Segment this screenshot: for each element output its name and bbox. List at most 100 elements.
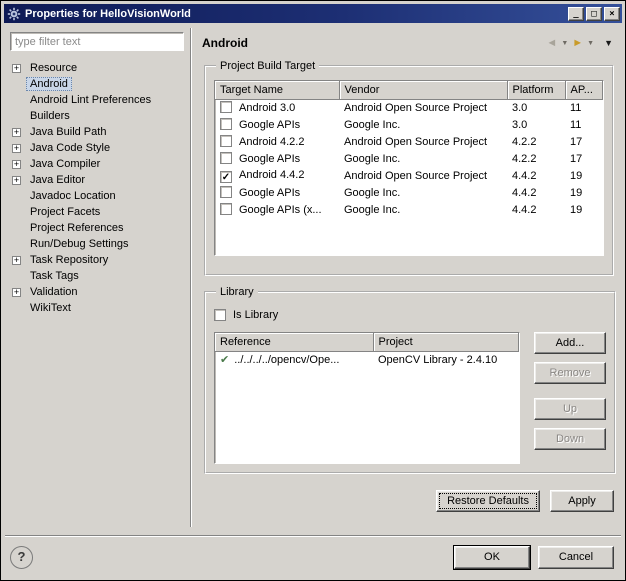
target-checkbox[interactable] bbox=[220, 152, 232, 164]
sidebar-item-javadoc-location[interactable]: Javadoc Location bbox=[10, 188, 184, 204]
tree-expand-icon[interactable]: + bbox=[12, 127, 21, 137]
target-vendor: Android Open Source Project bbox=[344, 169, 488, 182]
up-button[interactable]: Up bbox=[534, 398, 606, 420]
sidebar-item-run-debug-settings[interactable]: Run/Debug Settings bbox=[10, 236, 184, 252]
sidebar-item-android[interactable]: Android bbox=[10, 76, 184, 92]
target-row[interactable]: Google APIs Google Inc. 4.4.2 19 bbox=[215, 184, 603, 201]
tree-expand-icon[interactable]: + bbox=[12, 159, 21, 169]
tree-expand-icon[interactable]: + bbox=[12, 255, 21, 265]
sidebar-item-label: Task Repository bbox=[30, 254, 109, 266]
sidebar-item-resource[interactable]: + Resource bbox=[10, 60, 184, 76]
target-api-level: 19 bbox=[570, 203, 583, 216]
help-button[interactable]: ? bbox=[10, 545, 33, 569]
target-row[interactable]: ✓ Android 4.4.2 Android Open Source Projec… bbox=[215, 167, 603, 184]
target-checkbox[interactable] bbox=[220, 135, 232, 147]
android-page: Android ◄ ▼ ► ▼ ▼ Project Build Target T… bbox=[192, 28, 622, 527]
target-checkbox[interactable]: ✓ bbox=[220, 170, 232, 183]
sidebar-item-validation[interactable]: + Validation bbox=[10, 284, 184, 300]
sidebar-item-builders[interactable]: Builders bbox=[10, 108, 184, 124]
window-gear-icon bbox=[7, 7, 21, 21]
target-checkbox[interactable] bbox=[220, 118, 232, 130]
column-header-platform[interactable]: Platform bbox=[507, 81, 566, 100]
target-row[interactable]: Google APIs Google Inc. 4.2.2 17 bbox=[215, 150, 603, 167]
tree-expand-icon[interactable]: + bbox=[12, 287, 21, 297]
tree-expand-icon[interactable]: + bbox=[12, 175, 21, 185]
sidebar-item-label: Project Facets bbox=[30, 206, 101, 218]
target-row[interactable]: Android 4.2.2 Android Open Source Project… bbox=[215, 133, 603, 150]
target-row[interactable]: Android 3.0 Android Open Source Project 3.… bbox=[215, 99, 603, 116]
apply-button[interactable]: Apply bbox=[550, 490, 614, 512]
forward-icon[interactable]: ► bbox=[571, 37, 584, 49]
sidebar-item-java-code-style[interactable]: + Java Code Style bbox=[10, 140, 184, 156]
remove-button[interactable]: Remove bbox=[534, 362, 606, 384]
sidebar-item-label: Validation bbox=[30, 286, 78, 298]
build-target-table: Target Name Vendor Platform AP... Androi… bbox=[215, 81, 603, 218]
target-checkbox[interactable] bbox=[220, 101, 232, 114]
build-target-group: Project Build Target Target Name Vendor … bbox=[204, 60, 614, 276]
tree-expand-icon[interactable]: + bbox=[12, 143, 21, 153]
target-platform: 4.4.2 bbox=[512, 169, 537, 182]
view-menu-icon[interactable]: ▼ bbox=[603, 38, 614, 49]
maximize-button[interactable]: □ bbox=[586, 6, 602, 21]
library-row[interactable]: ✔ ../../../../opencv/Ope... OpenCV Library… bbox=[215, 351, 519, 368]
target-api-level: 11 bbox=[570, 118, 582, 131]
sidebar-item-task-repository[interactable]: + Task Repository bbox=[10, 252, 184, 268]
target-vendor: Google Inc. bbox=[344, 203, 401, 216]
cancel-button[interactable]: Cancel bbox=[538, 545, 614, 569]
column-header-target-name[interactable]: Target Name bbox=[215, 81, 340, 100]
restore-defaults-button[interactable]: Restore Defaults bbox=[436, 490, 540, 512]
target-name: Google APIs bbox=[239, 119, 301, 131]
sidebar-item-java-editor[interactable]: + Java Editor bbox=[10, 172, 184, 188]
target-vendor: Android Open Source Project bbox=[344, 135, 488, 148]
target-name: Google APIs bbox=[239, 153, 301, 165]
target-platform: 4.4.2 bbox=[512, 186, 537, 199]
library-buttons: Add... Remove Up Down bbox=[534, 332, 606, 464]
minimize-button[interactable]: _ bbox=[568, 6, 584, 21]
filter-input[interactable] bbox=[10, 32, 184, 51]
target-platform: 3.0 bbox=[512, 118, 528, 131]
target-vendor: Google Inc. bbox=[344, 152, 401, 165]
apply-row: Restore Defaults Apply bbox=[202, 490, 614, 512]
sidebar-item-label: Android bbox=[26, 77, 72, 91]
build-target-table-box: Target Name Vendor Platform AP... Androi… bbox=[214, 80, 604, 256]
target-checkbox[interactable] bbox=[220, 186, 232, 198]
sidebar-item-task-tags[interactable]: Task Tags bbox=[10, 268, 184, 284]
column-header-vendor[interactable]: Vendor bbox=[339, 81, 508, 100]
sidebar-item-project-facets[interactable]: Project Facets bbox=[10, 204, 184, 220]
column-header-reference[interactable]: Reference bbox=[215, 333, 374, 352]
target-vendor: Google Inc. bbox=[344, 186, 401, 199]
target-row[interactable]: Google APIs Google Inc. 3.0 11 bbox=[215, 116, 603, 133]
target-api-level: 19 bbox=[570, 186, 583, 199]
target-name: Android 3.0 bbox=[239, 102, 296, 115]
target-name: Google APIs bbox=[239, 187, 301, 199]
ok-button[interactable]: OK bbox=[454, 545, 530, 569]
target-api-level: 17 bbox=[570, 152, 583, 165]
sidebar-item-label: WikiText bbox=[30, 302, 71, 314]
back-icon[interactable]: ◄ bbox=[545, 37, 558, 49]
target-vendor: Google Inc. bbox=[344, 118, 401, 131]
close-button[interactable]: × bbox=[604, 6, 620, 21]
library-table: Reference Project ✔ ../../../../opencv/Op… bbox=[215, 333, 519, 368]
sidebar-item-project-references[interactable]: Project References bbox=[10, 220, 184, 236]
back-dropdown-icon[interactable]: ▼ bbox=[560, 38, 569, 49]
sidebar-item-wikitext[interactable]: WikiText bbox=[10, 300, 184, 316]
column-header-api-level[interactable]: AP... bbox=[565, 81, 603, 100]
forward-dropdown-icon[interactable]: ▼ bbox=[586, 38, 595, 49]
add-button[interactable]: Add... bbox=[534, 332, 606, 354]
is-library-checkbox[interactable] bbox=[214, 309, 226, 321]
target-row[interactable]: Google APIs (x... Google Inc. 4.4.2 19 bbox=[215, 201, 603, 218]
tree-expand-icon[interactable]: + bbox=[12, 63, 21, 73]
history-nav: ◄ ▼ ► ▼ ▼ bbox=[545, 37, 614, 49]
sidebar-item-label: Javadoc Location bbox=[30, 190, 116, 202]
footer-buttons: OK Cancel bbox=[454, 545, 614, 569]
down-button[interactable]: Down bbox=[534, 428, 606, 450]
column-header-project[interactable]: Project bbox=[373, 333, 519, 352]
sidebar-item-java-build-path[interactable]: + Java Build Path bbox=[10, 124, 184, 140]
sidebar-item-java-compiler[interactable]: + Java Compiler bbox=[10, 156, 184, 172]
category-tree: + Resource Android Android Lint Preferences… bbox=[10, 60, 184, 527]
sidebar-item-label: Java Code Style bbox=[30, 142, 111, 154]
target-checkbox[interactable] bbox=[220, 203, 232, 215]
titlebar[interactable]: Properties for HelloVisionWorld _ □ × bbox=[4, 4, 622, 23]
page-header: Android ◄ ▼ ► ▼ ▼ bbox=[202, 30, 614, 56]
sidebar-item-android-lint-preferences[interactable]: Android Lint Preferences bbox=[10, 92, 184, 108]
